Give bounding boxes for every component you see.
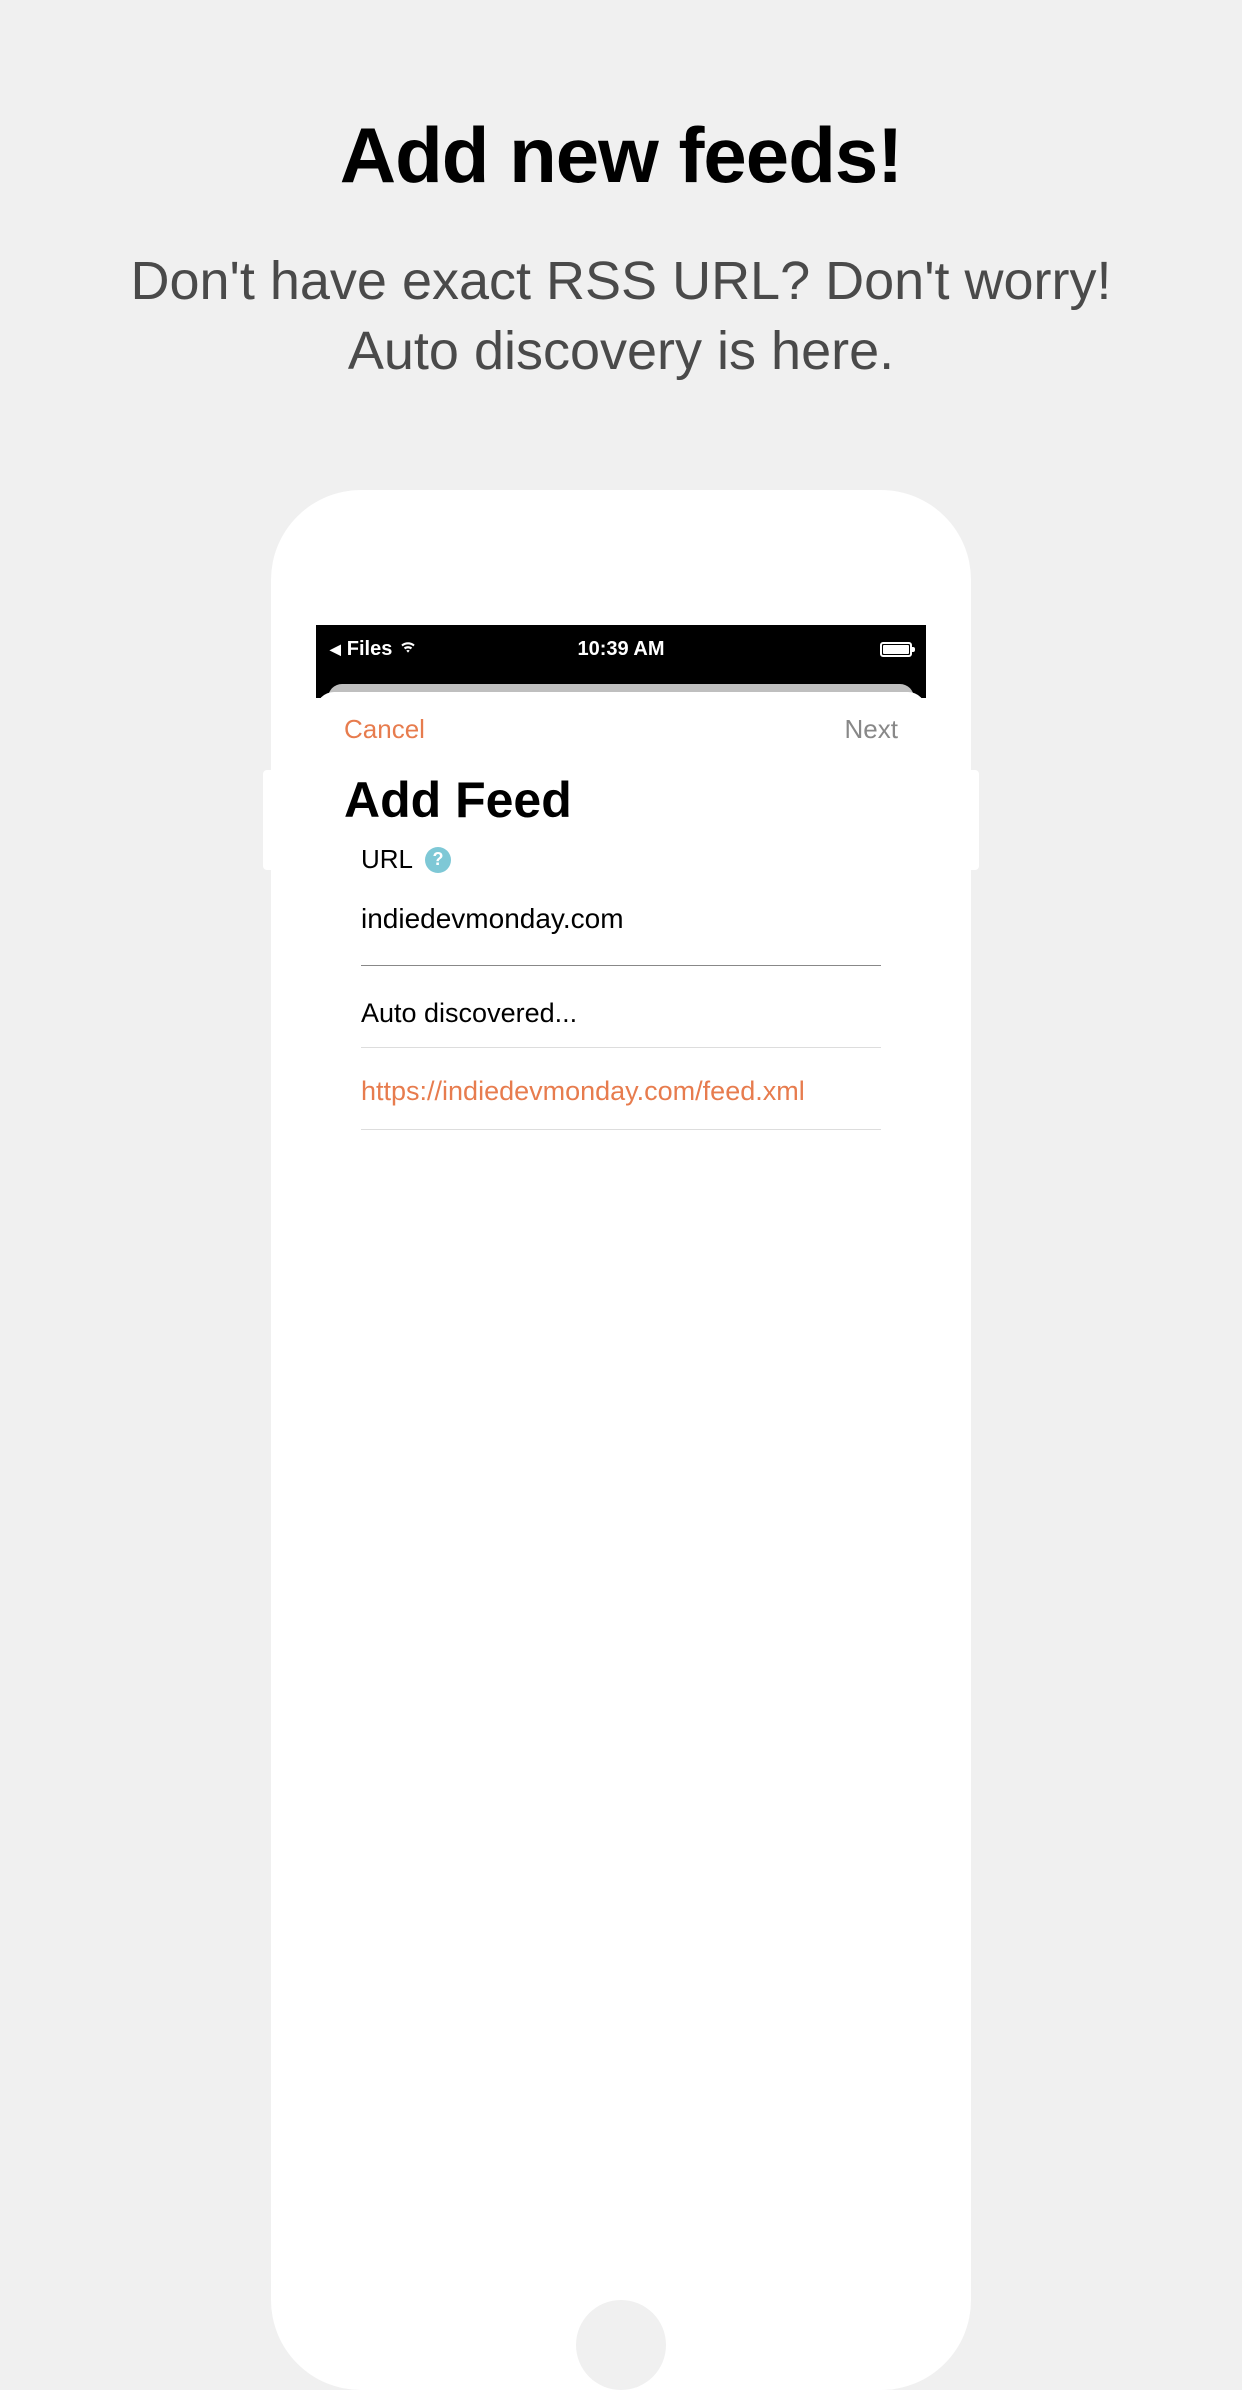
cancel-button[interactable]: Cancel xyxy=(344,714,425,745)
status-bar-time: 10:39 AM xyxy=(577,638,664,661)
phone-side-button-left xyxy=(263,770,271,870)
phone-side-button-right xyxy=(971,770,979,870)
status-bar-right xyxy=(880,642,912,657)
url-label: URL xyxy=(361,844,413,875)
back-app-label[interactable]: Files xyxy=(347,638,393,661)
modal-title: Add Feed xyxy=(316,763,926,844)
wifi-icon xyxy=(398,636,418,662)
url-input[interactable] xyxy=(361,903,881,966)
promo-subtitle: Don't have exact RSS URL? Don't worry! A… xyxy=(0,246,1242,386)
home-button[interactable] xyxy=(576,2300,666,2390)
auto-discovered-header: Auto discovered... xyxy=(361,966,881,1048)
status-bar-left: ◀ Files xyxy=(330,636,418,662)
next-button[interactable]: Next xyxy=(845,714,898,745)
help-icon[interactable]: ? xyxy=(425,847,451,873)
discovered-feed-item[interactable]: https://indiedevmonday.com/feed.xml xyxy=(361,1048,881,1130)
phone-screen: ◀ Files 10:39 AM Cancel Next Add Feed xyxy=(316,625,926,2325)
url-label-row: URL ? xyxy=(361,844,881,875)
battery-icon xyxy=(880,642,912,657)
modal-nav-bar: Cancel Next xyxy=(316,692,926,763)
back-triangle-icon: ◀ xyxy=(330,641,341,658)
status-bar: ◀ Files 10:39 AM xyxy=(316,625,926,673)
promo-title: Add new feeds! xyxy=(0,110,1242,201)
form-section: URL ? Auto discovered... https://indiede… xyxy=(316,844,926,1130)
add-feed-modal: Cancel Next Add Feed URL ? Auto discover… xyxy=(316,692,926,1130)
phone-frame: ◀ Files 10:39 AM Cancel Next Add Feed xyxy=(271,490,971,2390)
